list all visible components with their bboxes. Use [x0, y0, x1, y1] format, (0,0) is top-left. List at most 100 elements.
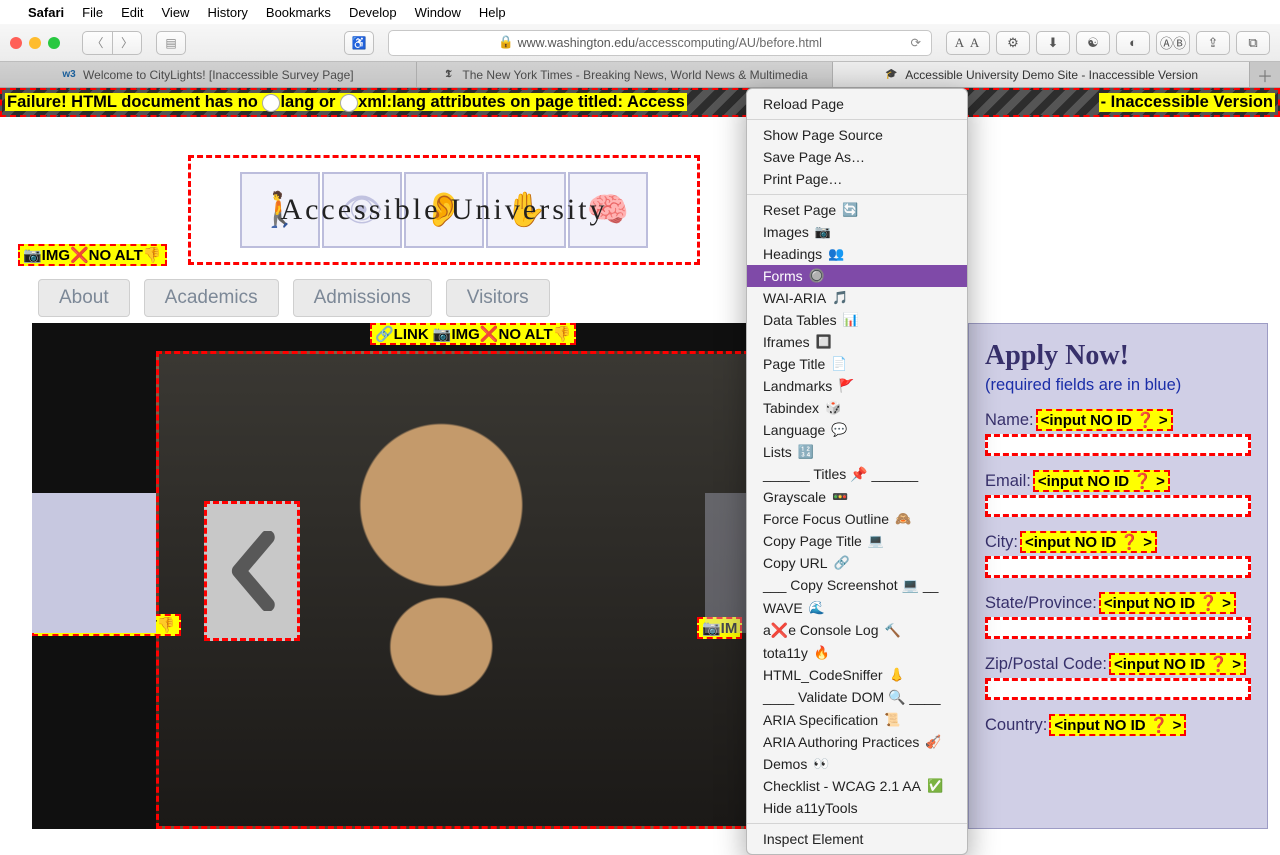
menu-view[interactable]: View	[162, 5, 190, 20]
ctx-tool-headings[interactable]: Headings👥	[747, 243, 967, 265]
menu-develop[interactable]: Develop	[349, 5, 397, 20]
failure-post: xml:lang attributes on page titled: Acce…	[358, 93, 685, 111]
ctx-tool-validate-dom[interactable]: ____ Validate DOM 🔍 ____	[747, 686, 967, 709]
site-logo-image[interactable]: 🚶 👁 👂 ✋ 🧠 Accessible University	[188, 155, 700, 265]
downloads-icon[interactable]: ⬇︎	[1036, 31, 1070, 55]
ctx-tool-demos[interactable]: Demos👀	[747, 753, 967, 775]
lock-icon: 🔒	[498, 35, 514, 50]
ctx-print-page[interactable]: Print Page…	[747, 168, 967, 190]
toolbar-right-group: A A ⚙︎ ⬇︎ ☯ ◐ ⒶⒷ ⇪ ⧉	[946, 31, 1270, 55]
ctx-tool-forms[interactable]: Forms🔘	[747, 265, 967, 287]
ctx-tool-emoji-icon: 💬	[831, 422, 847, 438]
input-zip[interactable]	[985, 678, 1251, 700]
menu-bookmarks[interactable]: Bookmarks	[266, 5, 331, 20]
close-window-button[interactable]	[10, 37, 22, 49]
ctx-reload-page[interactable]: Reload Page	[747, 93, 967, 115]
ctx-tool-label: WAI-ARIA	[763, 290, 826, 306]
ctx-tool-checklist-wcag-2-1-aa[interactable]: Checklist - WCAG 2.1 AA✅	[747, 775, 967, 797]
ctx-tool-copy-screenshot[interactable]: ___ Copy Screenshot 💻 __	[747, 574, 967, 597]
ctx-tool-copy-url[interactable]: Copy URL🔗	[747, 552, 967, 574]
nav-about[interactable]: About	[38, 279, 130, 317]
preferences-gear-icon[interactable]: ⚙︎	[996, 31, 1030, 55]
ctx-tool-lists[interactable]: Lists🔢	[747, 441, 967, 463]
tab-citylights[interactable]: w3 Welcome to CityLights! [Inaccessible …	[0, 62, 417, 87]
ctx-tool-label: ______ Titles 📌 ______	[763, 466, 918, 483]
ctx-tool-label: Data Tables	[763, 312, 837, 328]
nav-admissions[interactable]: Admissions	[293, 279, 432, 317]
ctx-tool-tabindex[interactable]: Tabindex🎲	[747, 397, 967, 419]
extension2-icon[interactable]: ◐	[1116, 31, 1150, 55]
share-button[interactable]: ⇪	[1196, 31, 1230, 55]
ctx-inspect-element[interactable]: Inspect Element	[747, 828, 967, 850]
ctx-tool-reset-page[interactable]: Reset Page🔄	[747, 199, 967, 221]
new-tab-button[interactable]: ＋	[1250, 62, 1280, 87]
ctx-tool-emoji-icon: 👃	[889, 667, 905, 683]
ctx-tool-copy-page-title[interactable]: Copy Page Title💻	[747, 530, 967, 552]
ctx-tool-wave[interactable]: WAVE🌊	[747, 597, 967, 619]
ctx-tool-emoji-icon: 📷	[815, 224, 831, 240]
input-city[interactable]	[985, 556, 1251, 578]
ctx-tool-images[interactable]: Images 📷	[747, 221, 967, 243]
ctx-tool-wai-aria[interactable]: WAI-ARIA🎵	[747, 287, 967, 309]
menu-help[interactable]: Help	[479, 5, 506, 20]
minimize-window-button[interactable]	[29, 37, 41, 49]
menu-history[interactable]: History	[207, 5, 247, 20]
ctx-save-page-as[interactable]: Save Page As…	[747, 146, 967, 168]
label-zip: Zip/Postal Code:	[985, 655, 1107, 673]
ctx-tool-emoji-icon: 👥	[828, 246, 844, 262]
url-host: www.washington.edu	[518, 36, 635, 50]
ctx-tool-page-title[interactable]: Page Title📄	[747, 353, 967, 375]
extension3-adblock-icon[interactable]: ⒶⒷ	[1156, 31, 1190, 55]
menubar-app[interactable]: Safari	[28, 5, 64, 20]
ctx-tool-label: Images	[763, 224, 809, 240]
carousel-prev-thumb	[32, 493, 156, 633]
ctx-tool-data-tables[interactable]: Data Tables📊	[747, 309, 967, 331]
ctx-tool-landmarks[interactable]: Landmarks🚩	[747, 375, 967, 397]
accessibility-toolbar-icon[interactable]: ♿	[344, 31, 374, 55]
menu-window[interactable]: Window	[415, 5, 461, 20]
ctx-tool-titles[interactable]: ______ Titles 📌 ______	[747, 463, 967, 486]
mac-menubar: Safari File Edit View History Bookmarks …	[0, 0, 1280, 24]
ctx-tool-language[interactable]: Language💬	[747, 419, 967, 441]
ctx-tool-tota11y[interactable]: tota11y 🔥	[747, 642, 967, 664]
menu-file[interactable]: File	[82, 5, 103, 20]
ctx-tool-hide-a11ytools[interactable]: Hide a11yTools	[747, 797, 967, 819]
address-bar[interactable]: 🔒 www.washington.edu/accesscomputing/AU/…	[388, 30, 932, 56]
reload-icon[interactable]: ⟳	[911, 35, 921, 50]
ctx-tool-emoji-icon: 🚩	[838, 378, 854, 394]
ctx-tool-iframes[interactable]: Iframes 🔲	[747, 331, 967, 353]
ctx-tool-emoji-icon: 🔥	[814, 645, 830, 661]
show-tabs-button[interactable]: ⧉	[1236, 31, 1270, 55]
ctx-tool-force-focus-outline[interactable]: Force Focus Outline🙈	[747, 508, 967, 530]
ctx-show-page-source[interactable]: Show Page Source	[747, 124, 967, 146]
carousel-prev-button[interactable]	[204, 501, 300, 641]
tab-strip: w3 Welcome to CityLights! [Inaccessible …	[0, 62, 1280, 88]
ctx-tool-aria-specification[interactable]: ARIA Specification📜	[747, 709, 967, 731]
sidebar-toggle-button[interactable]: ▤	[156, 31, 186, 55]
ctx-tool-label: Iframes	[763, 334, 810, 350]
forward-button[interactable]: 〉	[112, 31, 142, 55]
reader-text-size-button[interactable]: A A	[946, 31, 990, 55]
tab-accessible-university[interactable]: 🎓 Accessible University Demo Site - Inac…	[833, 62, 1250, 87]
nav-academics[interactable]: Academics	[144, 279, 279, 317]
field-city: City:<input NO ID ❓ >	[985, 531, 1251, 578]
tab-label: Welcome to CityLights! [Inaccessible Sur…	[83, 68, 354, 82]
extension1-icon[interactable]: ☯	[1076, 31, 1110, 55]
input-name[interactable]	[985, 434, 1251, 456]
ctx-tool-aria-authoring-practices[interactable]: ARIA Authoring Practices🎻	[747, 731, 967, 753]
ctx-tool-a-e-console-log[interactable]: a❌e Console Log🔨	[747, 619, 967, 642]
error-badge-input-no-id: <input NO ID ❓ >	[1109, 653, 1246, 675]
nav-visitors[interactable]: Visitors	[446, 279, 550, 317]
tab-nyt[interactable]: 𝕿 The New York Times - Breaking News, Wo…	[417, 62, 834, 87]
ctx-tool-grayscale[interactable]: Grayscale🚥	[747, 486, 967, 508]
input-email[interactable]	[985, 495, 1251, 517]
ctx-tool-emoji-icon: 🔲	[816, 334, 832, 350]
ctx-tool-label: Grayscale	[763, 489, 826, 505]
zoom-window-button[interactable]	[48, 37, 60, 49]
back-button[interactable]: 〈	[82, 31, 112, 55]
menu-edit[interactable]: Edit	[121, 5, 143, 20]
ctx-tool-label: tota11y	[763, 645, 808, 661]
ctx-tool-html-codesniffer[interactable]: HTML_CodeSniffer👃	[747, 664, 967, 686]
input-state[interactable]	[985, 617, 1251, 639]
field-zip: Zip/Postal Code:<input NO ID ❓ >	[985, 653, 1251, 700]
